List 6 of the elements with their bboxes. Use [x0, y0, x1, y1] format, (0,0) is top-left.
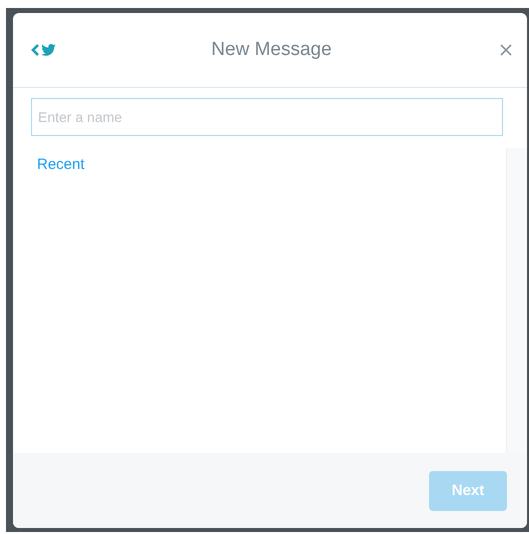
bird-icon [41, 44, 56, 56]
back-chevron-icon[interactable] [31, 44, 40, 56]
name-input-field[interactable]: Enter a name [31, 98, 503, 136]
section-heading: Recent [36, 156, 85, 173]
dialog-title: New Message [210, 39, 333, 61]
close-icon[interactable] [500, 44, 512, 56]
